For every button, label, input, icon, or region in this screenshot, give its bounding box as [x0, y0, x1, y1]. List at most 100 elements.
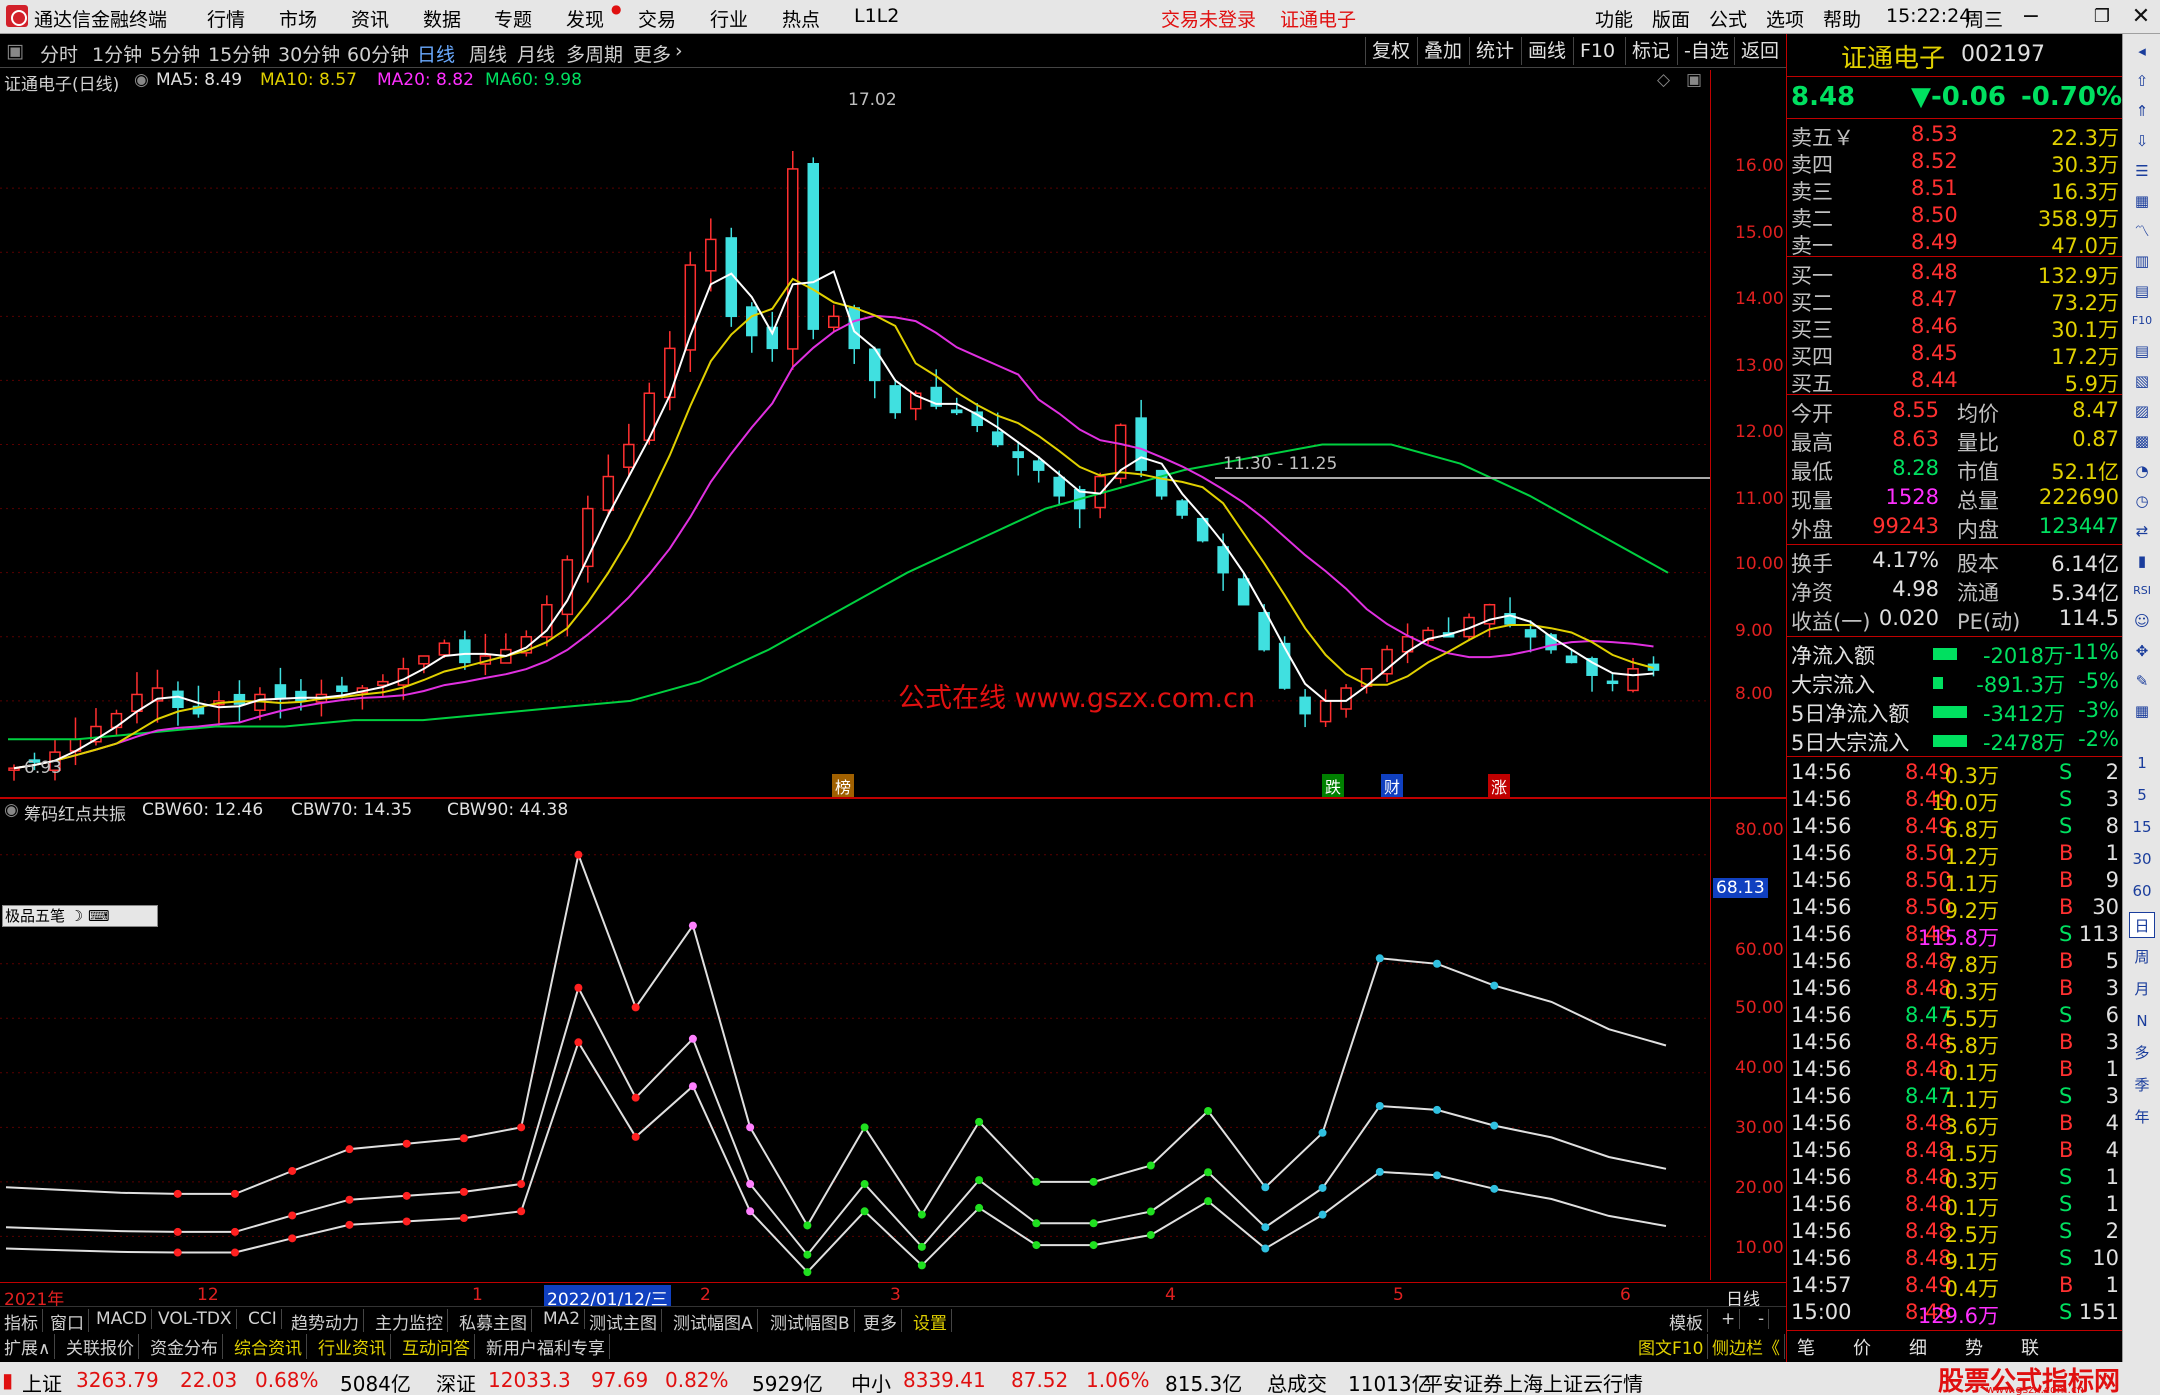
kline-icon[interactable]: ▥: [2129, 248, 2155, 274]
doc-icon[interactable]: ▤: [2129, 338, 2155, 364]
tab-weekly[interactable]: 周线: [469, 40, 507, 67]
menu-market[interactable]: 市场: [279, 5, 317, 32]
tab-bottom-link[interactable]: 联: [2021, 1334, 2039, 1360]
bid-row[interactable]: 买二 8.47 73.2万: [1787, 287, 2123, 315]
stat-row[interactable]: 最低 8.28 市值 52.1亿: [1787, 456, 2123, 484]
bid-row[interactable]: 买五 8.44 5.9万: [1787, 368, 2123, 396]
tab-expand[interactable]: 扩展∧: [0, 1334, 56, 1359]
sz-name[interactable]: 深证: [436, 1368, 476, 1395]
tab-cci[interactable]: CCI: [244, 1309, 282, 1329]
pen-icon[interactable]: ✎: [2129, 668, 2155, 694]
collapse-icon[interactable]: ◂: [2129, 38, 2155, 64]
close-icon[interactable]: ✕: [2124, 2, 2158, 32]
tick-row[interactable]: 14:56 8.47 5.5万 S 6: [1787, 1003, 2123, 1031]
event-badge-cai[interactable]: 财: [1381, 774, 1404, 798]
tab-general-news[interactable]: 综合资讯: [230, 1334, 307, 1359]
btn-stats[interactable]: 统计: [1469, 37, 1520, 65]
bars-icon[interactable]: ▮: [2129, 548, 2155, 574]
event-badge-die[interactable]: 跌: [1322, 774, 1345, 798]
menu-layout[interactable]: 版面: [1652, 5, 1690, 32]
chart-icon[interactable]: ▧: [2129, 368, 2155, 394]
tool-rsi[interactable]: RSI: [2129, 578, 2155, 604]
arrow-up-alt-icon[interactable]: ⇑: [2129, 98, 2155, 124]
ask-row[interactable]: 卖三 8.51 16.3万: [1787, 176, 2123, 204]
zx-name[interactable]: 中小: [851, 1368, 891, 1395]
menu-formula[interactable]: 公式: [1709, 5, 1747, 32]
chevron-right-icon[interactable]: ›: [675, 40, 683, 62]
box-icon[interactable]: ▩: [2129, 428, 2155, 454]
menu-topic[interactable]: 专题: [494, 5, 532, 32]
restore-icon[interactable]: ❐: [2085, 2, 2119, 32]
tick-row[interactable]: 15:00 8.48 129.6万 S 151: [1787, 1300, 2123, 1328]
clock-icon[interactable]: ◷: [2129, 488, 2155, 514]
tab-qa[interactable]: 互动问答: [398, 1334, 475, 1359]
btn-f10[interactable]: F10: [1573, 37, 1621, 65]
bid-row[interactable]: 买四 8.45 17.2万: [1787, 341, 2123, 369]
stat-row[interactable]: 今开 8.55 均价 8.47: [1787, 398, 2123, 426]
tick-row[interactable]: 14:56 8.47 1.1万 S 3: [1787, 1084, 2123, 1112]
arrow-up-icon[interactable]: ⇧: [2129, 68, 2155, 94]
tick-row[interactable]: 14:56 8.48 3.6万 B 4: [1787, 1111, 2123, 1139]
tab-bottom-detail[interactable]: 细: [1909, 1334, 1927, 1360]
tab-monthly[interactable]: 月线: [517, 40, 555, 67]
add-pane-button[interactable]: +: [1717, 1309, 1741, 1329]
tab-test-sub-b[interactable]: 测试幅图B: [766, 1309, 855, 1334]
tab-more[interactable]: 更多: [633, 40, 671, 67]
tab-5min[interactable]: 5分钟: [150, 40, 200, 67]
menu-news[interactable]: 资讯: [351, 5, 389, 32]
arrow-down-icon[interactable]: ⇩: [2129, 128, 2155, 154]
tab-60min[interactable]: 60分钟: [347, 40, 409, 67]
window-icon[interactable]: ▣: [1686, 70, 1702, 90]
bid-row[interactable]: 买一 8.48 132.9万: [1787, 260, 2123, 288]
tool-period-day[interactable]: 日: [2129, 912, 2155, 938]
pie-icon[interactable]: ◔: [2129, 458, 2155, 484]
candlestick-chart[interactable]: [0, 92, 1710, 797]
tab-template[interactable]: 模板: [1665, 1309, 1708, 1334]
stat-row[interactable]: 净资 4.98 流通 5.34亿: [1787, 577, 2123, 605]
tick-row[interactable]: 14:56 8.50 1.1万 B 9: [1787, 868, 2123, 896]
event-badge-bang[interactable]: 榜: [832, 774, 855, 798]
tab-bottom-price[interactable]: 价: [1853, 1334, 1871, 1360]
tool-period-5[interactable]: 5: [2129, 782, 2155, 808]
tab-multi-period[interactable]: 多周期: [566, 40, 623, 67]
tick-row[interactable]: 14:56 8.48 115.8万 S 113: [1787, 922, 2123, 950]
tab-daily[interactable]: 日线: [417, 40, 455, 67]
trade-status[interactable]: 交易未登录: [1161, 5, 1256, 32]
tool-period-1[interactable]: 1: [2129, 750, 2155, 776]
tick-row[interactable]: 14:56 8.48 0.3万 S 1: [1787, 1165, 2123, 1193]
tool-f10[interactable]: F10: [2129, 308, 2155, 334]
menu-quotes[interactable]: 行情: [207, 5, 245, 32]
bid-row[interactable]: 买三 8.46 30.1万: [1787, 314, 2123, 342]
tab-1min[interactable]: 1分钟: [92, 40, 142, 67]
tab-related-quotes[interactable]: 关联报价: [62, 1334, 139, 1359]
btn-back[interactable]: 返回: [1734, 37, 1785, 65]
tab-fund-distribution[interactable]: 资金分布: [146, 1334, 223, 1359]
tab-industry-news[interactable]: 行业资讯: [314, 1334, 391, 1359]
menu-function[interactable]: 功能: [1595, 5, 1633, 32]
menu-options[interactable]: 选项: [1766, 5, 1804, 32]
tick-row[interactable]: 14:56 8.49 6.8万 S 8: [1787, 814, 2123, 842]
stat-row[interactable]: 现量 1528 总量 222690: [1787, 485, 2123, 513]
menu-data[interactable]: 数据: [423, 5, 461, 32]
sh-name[interactable]: 上证: [22, 1368, 62, 1395]
ask-row[interactable]: 卖四 8.52 30.3万: [1787, 149, 2123, 177]
tick-row[interactable]: 14:56 8.48 7.8万 B 5: [1787, 949, 2123, 977]
tab-bottom-pen[interactable]: 笔: [1797, 1334, 1815, 1360]
grid-icon[interactable]: ▤: [2129, 278, 2155, 304]
tick-row[interactable]: 14:56 8.49 0.3万 S 2: [1787, 760, 2123, 788]
tab-main-monitor[interactable]: 主力监控: [371, 1309, 448, 1334]
chart-line-icon[interactable]: 〽: [2129, 218, 2155, 244]
minimize-icon[interactable]: −: [2014, 2, 2048, 32]
tick-row[interactable]: 14:56 8.48 1.5万 B 4: [1787, 1138, 2123, 1166]
tab-30min[interactable]: 30分钟: [278, 40, 340, 67]
person-icon[interactable]: ☺: [2129, 608, 2155, 634]
tick-row[interactable]: 14:56 8.48 0.1万 S 1: [1787, 1192, 2123, 1220]
btn-self-select[interactable]: -自选: [1677, 37, 1735, 65]
tick-row[interactable]: 14:56 8.50 9.2万 B 30: [1787, 895, 2123, 923]
tab-bottom-trend[interactable]: 势: [1965, 1334, 1983, 1360]
indicator-chart[interactable]: [0, 822, 1710, 1280]
tab-private-main[interactable]: 私募主图: [455, 1309, 532, 1334]
menu-trade[interactable]: 交易: [638, 5, 676, 32]
list-icon[interactable]: ☰: [2129, 158, 2155, 184]
event-badge-zhang[interactable]: 涨: [1488, 774, 1511, 798]
